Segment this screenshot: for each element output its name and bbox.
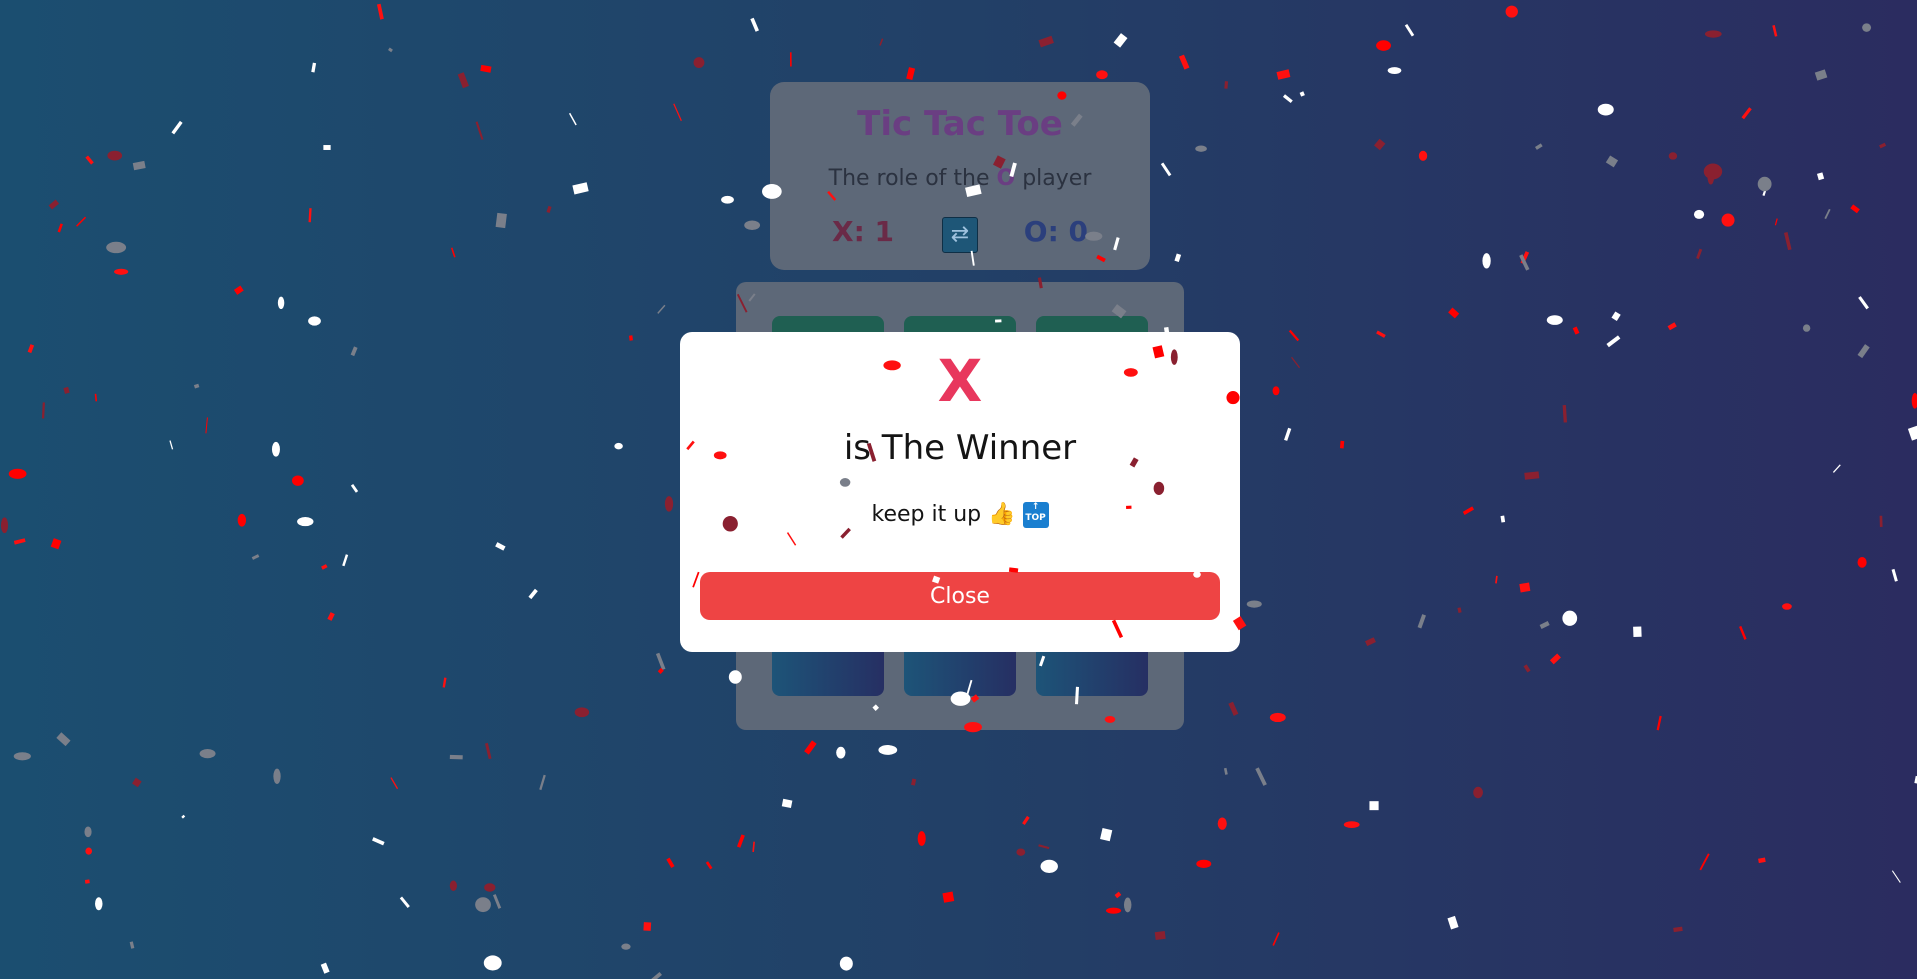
top-label: TOP — [1025, 513, 1046, 523]
message-text: keep it up — [871, 502, 982, 527]
winner-text: is The Winner — [843, 428, 1077, 468]
header-card: Tic Tac Toe The role of the O player X: … — [770, 82, 1150, 270]
top-arrow-glyph: ↑ — [1031, 502, 1040, 512]
turn-indicator: The role of the O player — [770, 166, 1150, 191]
winner-dialog: X is The Winner keep it up 👍 ↑ TOP Close — [680, 332, 1240, 652]
turn-prefix: The role of the — [828, 166, 990, 191]
encouragement-message: keep it up 👍 ↑ TOP — [680, 502, 1240, 528]
score-o: O: 0 — [1023, 215, 1088, 248]
repeat-icon: ⇄ — [950, 222, 970, 247]
score-x: X: 1 — [832, 215, 895, 248]
top-arrow-icon: ↑ TOP — [1022, 502, 1049, 528]
close-button[interactable]: Close — [700, 572, 1220, 620]
scoreboard: X: 1 ⇄ O: 0 — [770, 215, 1150, 255]
winner-symbol: X — [937, 347, 983, 415]
current-player: O — [996, 166, 1016, 191]
turn-suffix: player — [1022, 166, 1092, 191]
switch-player-button[interactable]: ⇄ — [942, 217, 978, 253]
page-title: Tic Tac Toe — [857, 104, 1063, 144]
thumbs-up-icon: 👍 — [988, 502, 1016, 527]
